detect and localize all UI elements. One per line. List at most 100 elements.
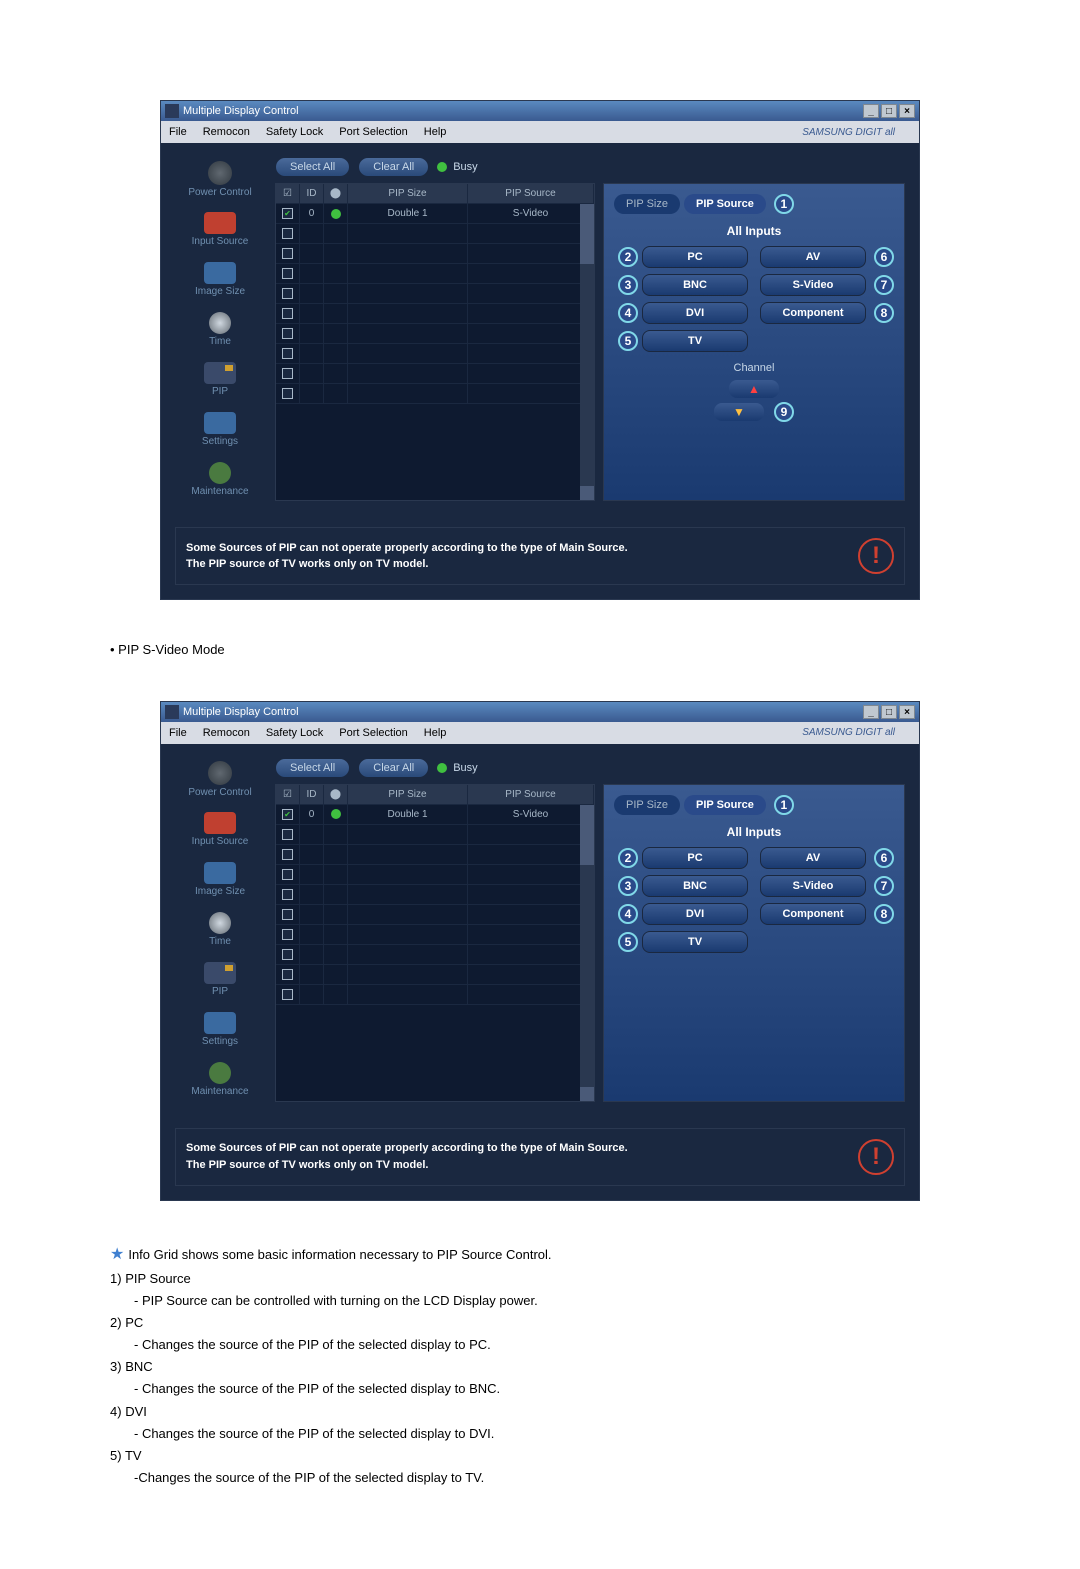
table-row[interactable] <box>276 885 594 905</box>
input-dvi-button[interactable]: DVI <box>642 302 748 324</box>
minimize-button[interactable]: _ <box>863 104 879 118</box>
row-checkbox[interactable] <box>282 889 293 900</box>
table-row[interactable]: ✔ 0 Double 1 S-Video <box>276 805 594 825</box>
menu-safety-lock[interactable]: Safety Lock <box>266 727 323 739</box>
tab-pip-size[interactable]: PIP Size <box>614 194 680 214</box>
table-row[interactable] <box>276 264 594 284</box>
input-svideo-button[interactable]: S-Video <box>760 274 866 296</box>
row-checkbox[interactable]: ✔ <box>282 208 293 219</box>
sidebar-image-size[interactable]: Image Size <box>175 858 265 902</box>
menu-remocon[interactable]: Remocon <box>203 727 250 739</box>
sidebar-maintenance[interactable]: Maintenance <box>175 1058 265 1102</box>
input-component-button[interactable]: Component <box>760 302 866 324</box>
row-checkbox[interactable] <box>282 368 293 379</box>
scrollbar-down[interactable] <box>580 486 594 500</box>
table-row[interactable] <box>276 845 594 865</box>
input-bnc-button[interactable]: BNC <box>642 274 748 296</box>
sidebar-time[interactable]: Time <box>175 307 265 351</box>
input-pc-button[interactable]: PC <box>642 246 748 268</box>
row-checkbox[interactable] <box>282 929 293 940</box>
table-row[interactable] <box>276 304 594 324</box>
close-button[interactable]: × <box>899 104 915 118</box>
menu-file[interactable]: File <box>169 727 187 739</box>
row-checkbox[interactable] <box>282 248 293 259</box>
table-row[interactable] <box>276 985 594 1005</box>
menu-port-selection[interactable]: Port Selection <box>339 727 407 739</box>
menu-help[interactable]: Help <box>424 727 447 739</box>
sidebar-power-control[interactable]: Power Control <box>175 758 265 802</box>
close-button[interactable]: × <box>899 705 915 719</box>
row-checkbox[interactable] <box>282 348 293 359</box>
input-component-button[interactable]: Component <box>760 903 866 925</box>
row-checkbox[interactable] <box>282 228 293 239</box>
scrollbar-thumb[interactable] <box>580 805 594 865</box>
table-row[interactable] <box>276 965 594 985</box>
row-checkbox[interactable] <box>282 328 293 339</box>
scrollbar-thumb[interactable] <box>580 204 594 264</box>
table-row[interactable] <box>276 344 594 364</box>
sidebar-settings[interactable]: Settings <box>175 407 265 451</box>
input-pc-button[interactable]: PC <box>642 847 748 869</box>
input-dvi-button[interactable]: DVI <box>642 903 748 925</box>
row-checkbox[interactable] <box>282 849 293 860</box>
row-checkbox[interactable] <box>282 388 293 399</box>
table-row[interactable] <box>276 945 594 965</box>
tab-pip-source[interactable]: PIP Source <box>684 194 766 214</box>
row-checkbox[interactable] <box>282 989 293 1000</box>
table-row[interactable]: ✔ 0 Double 1 S-Video <box>276 204 594 224</box>
select-all-button[interactable]: Select All <box>275 157 350 177</box>
clear-all-button[interactable]: Clear All <box>358 758 429 778</box>
sidebar-pip[interactable]: PIP <box>175 357 265 401</box>
channel-up-button[interactable]: ▲ <box>729 380 779 398</box>
sidebar-pip[interactable]: PIP <box>175 958 265 1002</box>
sidebar-settings[interactable]: Settings <box>175 1008 265 1052</box>
row-checkbox[interactable] <box>282 829 293 840</box>
sidebar-time[interactable]: Time <box>175 908 265 952</box>
clear-all-button[interactable]: Clear All <box>358 157 429 177</box>
tab-pip-size[interactable]: PIP Size <box>614 795 680 815</box>
input-tv-button[interactable]: TV <box>642 931 748 953</box>
menu-file[interactable]: File <box>169 126 187 138</box>
menu-remocon[interactable]: Remocon <box>203 126 250 138</box>
minimize-button[interactable]: _ <box>863 705 879 719</box>
table-row[interactable] <box>276 284 594 304</box>
select-all-button[interactable]: Select All <box>275 758 350 778</box>
input-av-button[interactable]: AV <box>760 246 866 268</box>
table-row[interactable] <box>276 825 594 845</box>
table-row[interactable] <box>276 244 594 264</box>
row-checkbox[interactable] <box>282 268 293 279</box>
menu-port-selection[interactable]: Port Selection <box>339 126 407 138</box>
menu-safety-lock[interactable]: Safety Lock <box>266 126 323 138</box>
input-bnc-button[interactable]: BNC <box>642 875 748 897</box>
input-av-button[interactable]: AV <box>760 847 866 869</box>
row-checkbox[interactable]: ✔ <box>282 809 293 820</box>
row-checkbox[interactable] <box>282 969 293 980</box>
scrollbar-down[interactable] <box>580 1087 594 1101</box>
maximize-button[interactable]: □ <box>881 705 897 719</box>
sidebar-maintenance[interactable]: Maintenance <box>175 457 265 501</box>
menu-help[interactable]: Help <box>424 126 447 138</box>
table-row[interactable] <box>276 224 594 244</box>
input-tv-button[interactable]: TV <box>642 330 748 352</box>
maximize-button[interactable]: □ <box>881 104 897 118</box>
row-checkbox[interactable] <box>282 909 293 920</box>
sidebar-power-control[interactable]: Power Control <box>175 157 265 201</box>
table-row[interactable] <box>276 364 594 384</box>
table-row[interactable] <box>276 865 594 885</box>
channel-down-button[interactable]: ▼ <box>714 403 764 421</box>
table-row[interactable] <box>276 905 594 925</box>
sidebar-input-source[interactable]: Input Source <box>175 207 265 251</box>
row-checkbox[interactable] <box>282 288 293 299</box>
col-check[interactable]: ☑ <box>276 184 300 203</box>
table-row[interactable] <box>276 384 594 404</box>
row-checkbox[interactable] <box>282 308 293 319</box>
table-row[interactable] <box>276 925 594 945</box>
input-svideo-button[interactable]: S-Video <box>760 875 866 897</box>
table-row[interactable] <box>276 324 594 344</box>
row-checkbox[interactable] <box>282 949 293 960</box>
tab-pip-source[interactable]: PIP Source <box>684 795 766 815</box>
sidebar-image-size[interactable]: Image Size <box>175 257 265 301</box>
sidebar-input-source[interactable]: Input Source <box>175 808 265 852</box>
row-checkbox[interactable] <box>282 869 293 880</box>
col-check[interactable]: ☑ <box>276 785 300 804</box>
